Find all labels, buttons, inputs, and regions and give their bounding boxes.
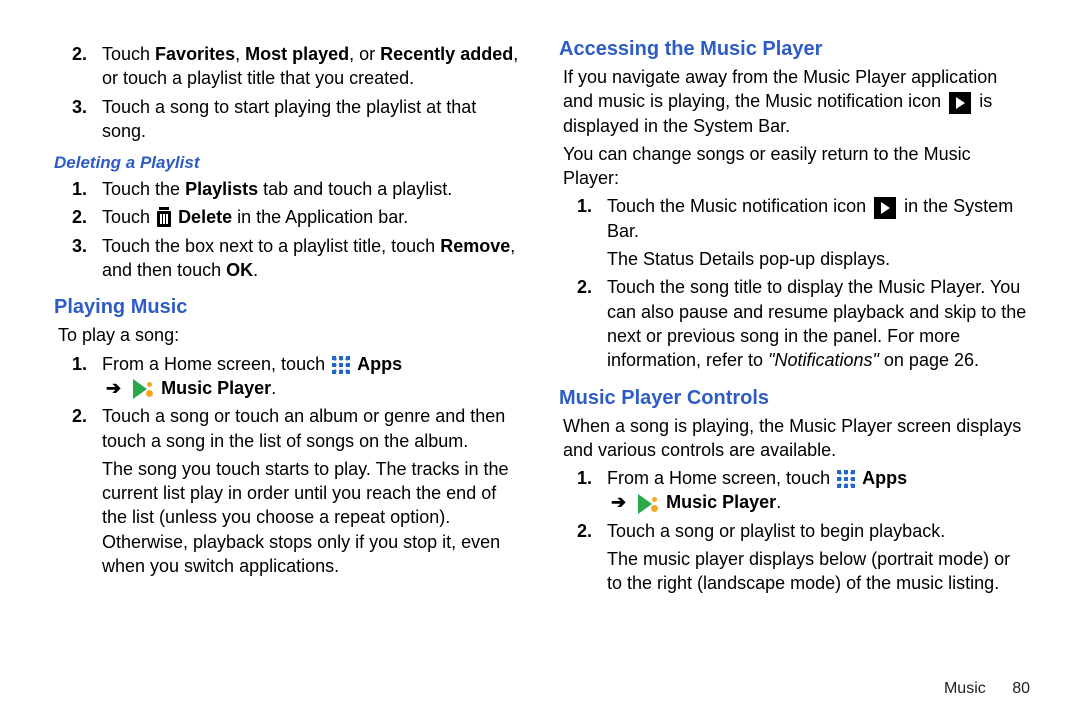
list-item: 1. Touch the Playlists tab and touch a p… [72,177,452,201]
list-item: 2. Touch the song title to display the M… [577,275,1030,372]
step-body: Touch a song or playlist to begin playba… [601,519,945,543]
footer-page-number: 80 [1012,680,1030,697]
list-item: 2. Touch Delete in the Application bar. [72,205,408,229]
list-item: 1. From a Home screen, touch Apps ➔ Musi… [72,352,402,401]
step-body: Touch a song to start playing the playli… [96,95,525,144]
page-footer: Music 80 [944,680,1030,698]
step-body: Touch Delete in the Application bar. [96,205,408,229]
step-number: 1. [577,466,601,515]
subheading-deleting-playlist: Deleting a Playlist [54,153,525,173]
page: 2. Touch Favorites, Most played, or Rece… [0,0,1080,720]
apps-icon [837,470,855,488]
step-body: Touch the box next to a playlist title, … [96,234,525,283]
play-notification-icon [949,92,971,114]
heading-playing-music: Playing Music [54,296,525,319]
step-body: Touch the Music notification icon in the… [601,194,1030,243]
list-item: 2. Touch Favorites, Most played, or Rece… [72,42,525,91]
step-number: 1. [72,352,96,401]
list-item: 1. Touch the Music notification icon in … [577,194,1030,243]
trash-icon [157,211,171,227]
heading-music-player-controls: Music Player Controls [559,387,1030,410]
step-number: 2. [72,42,96,91]
list-item: 1. From a Home screen, touch Apps ➔ Musi… [577,466,907,515]
continuation-paragraph: The song you touch starts to play. The t… [102,457,525,578]
continuation-paragraph: The Status Details pop-up displays. [607,247,1030,271]
paragraph: To play a song: [58,323,525,347]
footer-section: Music [944,680,986,697]
arrow-icon: ➔ [611,492,626,512]
step-number: 1. [72,177,96,201]
step-number: 2. [577,275,601,372]
arrow-icon: ➔ [106,378,121,398]
paragraph: When a song is playing, the Music Player… [563,414,1030,463]
step-number: 2. [72,205,96,229]
step-number: 3. [72,234,96,283]
list-item: 2. Touch a song or playlist to begin pla… [577,519,945,543]
right-column: Accessing the Music Player If you naviga… [545,38,1040,700]
step-number: 2. [72,404,96,453]
step-body: Touch the song title to display the Musi… [601,275,1030,372]
music-player-icon [133,379,153,399]
left-column: 2. Touch Favorites, Most played, or Rece… [40,38,535,700]
heading-accessing-music-player: Accessing the Music Player [559,38,1030,61]
list-item: 3. Touch the box next to a playlist titl… [72,234,525,283]
continuation-paragraph: The music player displays below (portrai… [607,547,1030,596]
step-number: 1. [577,194,601,243]
music-player-icon [638,494,658,514]
list-item: 3. Touch a song to start playing the pla… [72,95,525,144]
paragraph: You can change songs or easily return to… [563,142,1030,191]
step-number: 3. [72,95,96,144]
step-body: From a Home screen, touch Apps ➔ Music P… [601,466,907,515]
list-item: 2. Touch a song or touch an album or gen… [72,404,525,453]
step-number: 2. [577,519,601,543]
paragraph: If you navigate away from the Music Play… [563,65,1030,138]
apps-icon [332,356,350,374]
step-body: Touch Favorites, Most played, or Recentl… [96,42,525,91]
step-body: Touch the Playlists tab and touch a play… [96,177,452,201]
step-body: Touch a song or touch an album or genre … [96,404,525,453]
step-body: From a Home screen, touch Apps ➔ Music P… [96,352,402,401]
play-notification-icon [874,197,896,219]
